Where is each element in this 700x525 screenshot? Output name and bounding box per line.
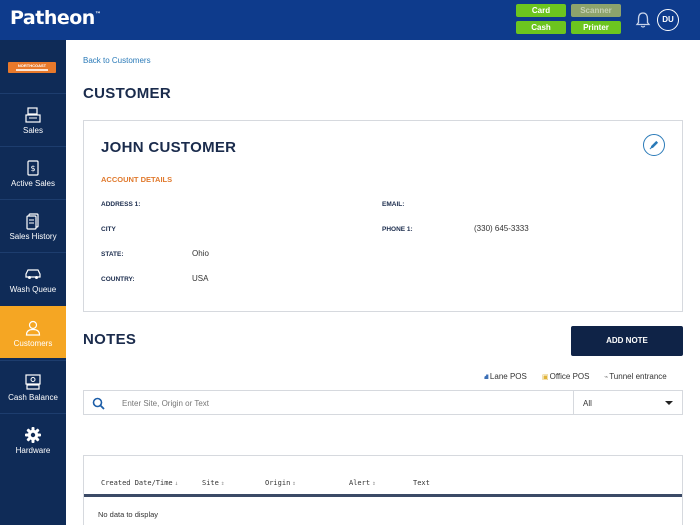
column-header-created[interactable]: Created Date/Time ↓ [101, 479, 178, 487]
email-label: EMAIL: [382, 201, 405, 208]
back-to-customers-link[interactable]: Back to Customers [83, 56, 151, 65]
state-value: Ohio [192, 249, 209, 258]
legend-lane-pos: ⛘Lane POS [484, 372, 527, 381]
sort-icon: ⇕ [220, 480, 225, 487]
notes-filter-select[interactable]: All [573, 390, 683, 415]
notes-search-box [83, 390, 573, 415]
receipt-icon: $ [27, 160, 39, 176]
state-label: STATE: [101, 251, 124, 258]
sidebar-item-wash-queue[interactable]: Wash Queue [0, 252, 66, 304]
sidebar-item-sales[interactable]: Sales [0, 93, 66, 145]
sidebar-item-label: Wash Queue [9, 285, 57, 294]
main-content: Back to Customers CUSTOMER JOHN CUSTOMER… [66, 40, 700, 525]
phone-label: PHONE 1: [382, 226, 413, 233]
sidebar-item-sales-history[interactable]: Sales History [0, 199, 66, 251]
phone-value: (330) 645-3333 [474, 224, 529, 233]
svg-text:$: $ [30, 164, 35, 173]
top-bar: Patheon™ Card Scanner Cash Printer DU [0, 0, 700, 40]
bell-icon[interactable] [635, 11, 651, 29]
address1-label: ADDRESS 1: [101, 201, 141, 208]
customer-details-card: JOHN CUSTOMER ACCOUNT DETAILS ADDRESS 1:… [83, 120, 683, 312]
filter-selected-value: All [583, 399, 592, 408]
lane-pos-icon: ⛘ [484, 374, 489, 381]
notes-heading: NOTES [83, 331, 137, 348]
office-pos-icon: ▣ [542, 374, 549, 381]
sidebar-item-customers[interactable]: Customers [0, 306, 66, 358]
notes-search-input[interactable] [122, 395, 552, 411]
notes-table: Created Date/Time ↓ Site ⇕ Origin ⇕ Alert ⇕ … [83, 455, 683, 525]
edit-pencil-icon[interactable] [643, 134, 665, 156]
cash-register-icon [25, 374, 41, 390]
sort-icon: ⇕ [372, 480, 376, 487]
chevron-down-icon [665, 401, 673, 405]
scanner-status-button[interactable]: Scanner [571, 4, 621, 17]
page-title: CUSTOMER [83, 85, 171, 102]
search-icon [92, 397, 105, 410]
table-empty-message: No data to display [98, 510, 159, 519]
table-header-divider [84, 494, 682, 497]
card-reader-status-button[interactable]: Card [516, 4, 566, 17]
location-brand-logo: NORTHCOAST [8, 62, 56, 73]
register-icon [25, 107, 41, 123]
country-label: COUNTRY: [101, 276, 135, 283]
account-details-heading: ACCOUNT DETAILS [101, 175, 173, 184]
sidebar-item-label: Customers [13, 339, 53, 348]
sidebar-item-label: Active Sales [10, 179, 56, 188]
legend-office-pos: ▣Office POS [542, 372, 590, 381]
sort-desc-icon: ↓ [174, 480, 179, 487]
city-label: CITY [101, 226, 116, 233]
sidebar-item-hardware[interactable]: Hardware [0, 413, 66, 465]
app-logo[interactable]: Patheon™ [10, 7, 101, 29]
tunnel-entrance-icon: ⌁ [604, 374, 609, 381]
add-note-button[interactable]: ADD NOTE [571, 326, 683, 356]
column-header-text: Text [413, 479, 430, 487]
column-header-site[interactable]: Site ⇕ [202, 479, 224, 487]
history-icon [26, 213, 39, 230]
legend-tunnel-entrance: ⌁Tunnel entrance [604, 372, 667, 381]
printer-status-button[interactable]: Printer [571, 21, 621, 34]
car-icon [25, 269, 41, 279]
cash-drawer-status-button[interactable]: Cash [516, 21, 566, 34]
sort-icon: ⇕ [292, 480, 296, 487]
sidebar-item-label: Sales History [9, 232, 57, 241]
sidebar-item-label: Sales [22, 126, 43, 135]
sidebar-item-label: Hardware [15, 446, 51, 455]
user-avatar[interactable]: DU [657, 9, 679, 31]
sidebar-item-cash-balance[interactable]: Cash Balance [0, 360, 66, 412]
country-value: USA [192, 274, 209, 283]
sidebar-item-label: Cash Balance [8, 393, 58, 402]
column-header-alert[interactable]: Alert ⇕ [349, 479, 376, 487]
customer-name: JOHN CUSTOMER [101, 139, 237, 156]
sidebar: NORTHCOAST Sales $ Active Sales Sales Hi… [0, 40, 66, 525]
sidebar-item-active-sales[interactable]: $ Active Sales [0, 146, 66, 198]
gear-icon [25, 427, 41, 443]
customer-icon [25, 320, 41, 336]
column-header-origin[interactable]: Origin ⇕ [265, 479, 296, 487]
